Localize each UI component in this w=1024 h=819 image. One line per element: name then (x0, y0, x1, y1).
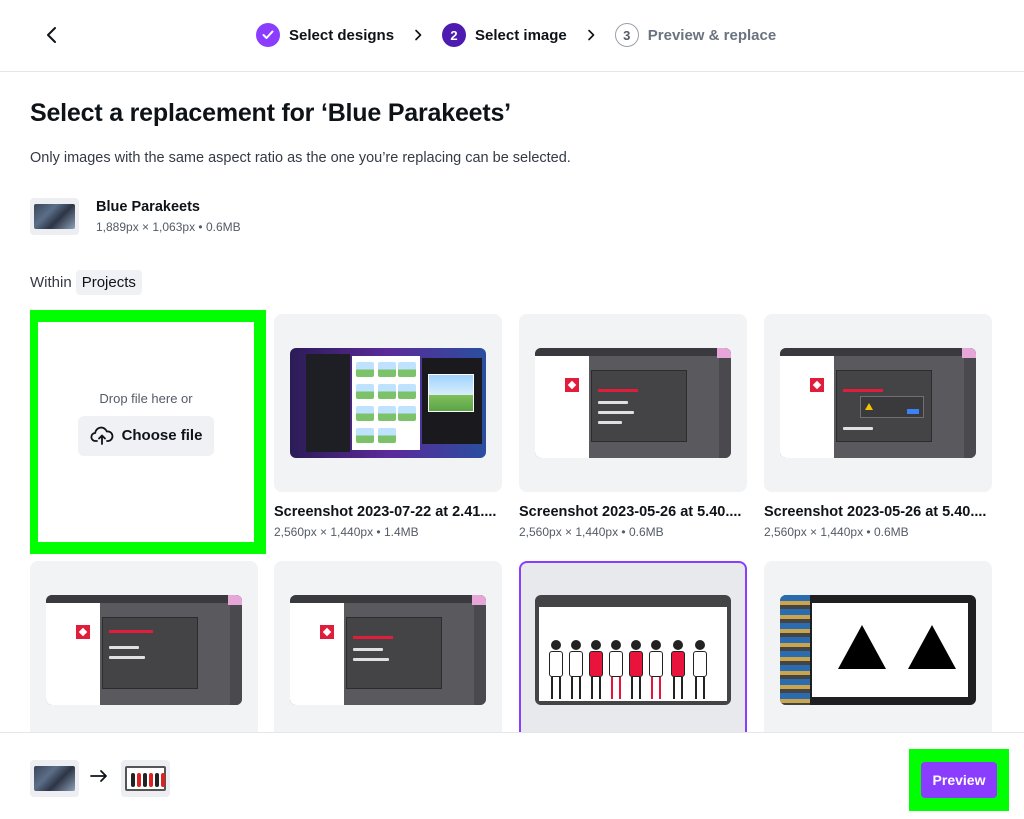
image-card[interactable]: Screenshot 2023-07-22 at 2.41.... 2,560p… (274, 314, 502, 539)
page-subtitle: Only images with the same aspect ratio a… (30, 150, 571, 166)
image-thumbnail[interactable] (519, 314, 747, 492)
step-label: Select image (475, 26, 567, 44)
original-image-thumbnail (30, 760, 79, 797)
step-label: Select designs (289, 26, 395, 44)
replacement-image-thumbnail (121, 760, 170, 797)
cloud-upload-icon (90, 426, 113, 445)
warning-icon (860, 396, 924, 418)
current-image-name: Blue Parakeets (96, 199, 200, 215)
image-card[interactable]: Screenshot 2023-05-26 at 5.40.... 2,560p… (764, 314, 992, 539)
back-button[interactable] (36, 20, 66, 50)
step-preview-replace[interactable]: 3 Preview & replace (614, 23, 777, 47)
image-thumbnail[interactable] (274, 314, 502, 492)
choose-file-label: Choose file (121, 427, 203, 444)
choose-file-button[interactable]: Choose file (78, 415, 214, 456)
step-number: 3 (614, 23, 639, 47)
main-content: Select a replacement for ‘Blue Parakeets… (30, 72, 994, 732)
image-thumbnail[interactable] (764, 561, 992, 732)
image-thumbnail[interactable] (274, 561, 502, 732)
chevron-right-icon (587, 29, 595, 41)
image-name: Screenshot 2023-07-22 at 2.41.... (274, 504, 497, 520)
stepper: Select designs 2 Select image 3 Preview … (256, 22, 776, 48)
check-icon (256, 23, 280, 47)
image-meta: 2,560px × 1,440px • 1.4MB (274, 525, 419, 539)
page-title: Select a replacement for ‘Blue Parakeets… (30, 99, 511, 127)
chevron-right-icon (414, 29, 422, 41)
arrow-right-icon (90, 769, 108, 788)
image-card[interactable] (30, 561, 258, 732)
current-image: Blue Parakeets 1,889px × 1,063px • 0.6MB (30, 198, 241, 235)
image-card[interactable] (764, 561, 992, 732)
step-select-image[interactable]: 2 Select image (442, 23, 567, 47)
step-number: 2 (442, 23, 467, 47)
image-name: Screenshot 2023-05-26 at 5.40.... (519, 504, 742, 520)
current-image-thumbnail (30, 198, 79, 235)
step-label: Preview & replace (647, 26, 777, 44)
image-card[interactable] (274, 561, 502, 732)
preview-button[interactable]: Preview (921, 762, 997, 798)
current-image-meta: 1,889px × 1,063px • 0.6MB (96, 220, 241, 234)
image-thumbnail[interactable] (519, 561, 747, 732)
preview-button-highlight: Preview (909, 749, 1009, 811)
drop-zone[interactable]: Drop file here or Choose file (30, 310, 266, 554)
image-thumbnail[interactable] (30, 561, 258, 732)
image-card-selected[interactable] (519, 561, 747, 732)
top-bar: Select designs 2 Select image 3 Preview … (0, 0, 1024, 72)
step-select-designs[interactable]: Select designs (256, 23, 394, 47)
image-thumbnail[interactable] (764, 314, 992, 492)
chevron-left-icon (47, 27, 56, 43)
bottom-bar: Preview (0, 732, 1024, 819)
image-name: Screenshot 2023-05-26 at 5.40.... (764, 504, 987, 520)
image-meta: 2,560px × 1,440px • 0.6MB (519, 525, 664, 539)
scope-chip-projects[interactable]: Projects (75, 270, 142, 295)
drop-text: Drop file here or (99, 390, 193, 406)
scope-label: Within (30, 274, 72, 291)
scope-filter: Within Projects (30, 270, 142, 295)
image-card[interactable]: Screenshot 2023-05-26 at 5.40.... 2,560p… (519, 314, 747, 539)
image-meta: 2,560px × 1,440px • 0.6MB (764, 525, 909, 539)
